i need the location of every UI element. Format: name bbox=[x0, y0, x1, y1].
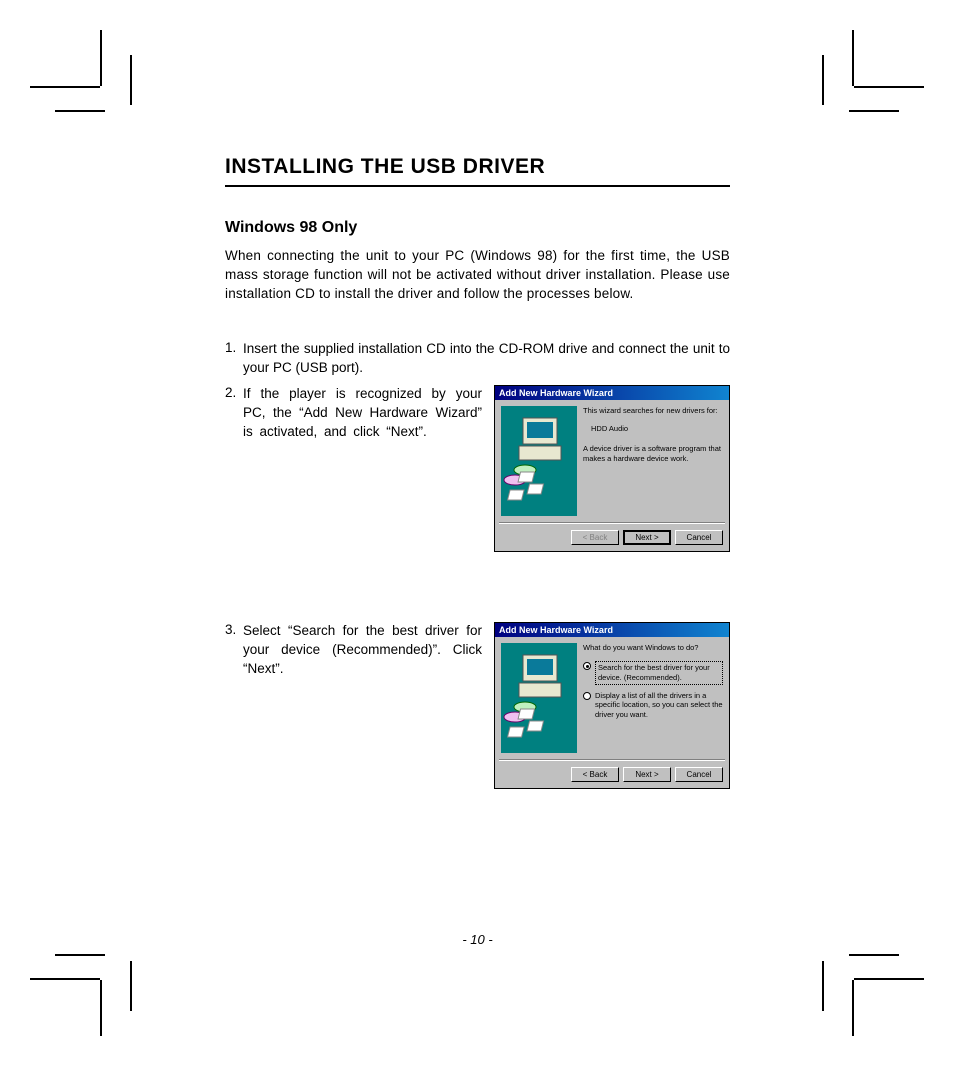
section-subheading: Windows 98 Only bbox=[225, 219, 730, 237]
radio-icon bbox=[583, 692, 591, 700]
intro-paragraph: When connecting the unit to your PC (Win… bbox=[225, 247, 730, 304]
radio-option-list[interactable]: Display a list of all the drivers in a s… bbox=[583, 691, 723, 720]
cancel-button[interactable]: Cancel bbox=[675, 530, 723, 545]
wizard-text: A device driver is a software program th… bbox=[583, 444, 723, 464]
next-button[interactable]: Next > bbox=[623, 530, 671, 545]
radio-option-recommended[interactable]: Search for the best driver for your devi… bbox=[583, 661, 723, 685]
next-button[interactable]: Next > bbox=[623, 767, 671, 782]
page-number: - 10 - bbox=[225, 932, 730, 947]
radio-label: Search for the best driver for your devi… bbox=[595, 661, 723, 685]
back-button[interactable]: < Back bbox=[571, 767, 619, 782]
step-1: 1. Insert the supplied installation CD i… bbox=[225, 340, 730, 378]
wizard-title: Add New Hardware Wizard bbox=[495, 623, 729, 637]
step-text: If the player is recognized by your PC, … bbox=[243, 385, 482, 552]
cancel-button[interactable]: Cancel bbox=[675, 767, 723, 782]
page-title: INSTALLING THE USB DRIVER bbox=[225, 155, 730, 187]
back-button[interactable]: < Back bbox=[571, 530, 619, 545]
wizard-title: Add New Hardware Wizard bbox=[495, 386, 729, 400]
step-number: 2. bbox=[225, 385, 243, 552]
wizard-screenshot-1: Add New Hardware Wizard This w bbox=[494, 385, 730, 552]
step-text: Insert the supplied installation CD into… bbox=[243, 340, 730, 378]
wizard-prompt: What do you want Windows to do? bbox=[583, 643, 723, 653]
step-number: 1. bbox=[225, 340, 243, 378]
radio-icon bbox=[583, 662, 591, 670]
step-2: 2. If the player is recognized by your P… bbox=[225, 385, 730, 552]
wizard-screenshot-2: Add New Hardware Wizard What d bbox=[494, 622, 730, 789]
wizard-text: This wizard searches for new drivers for… bbox=[583, 406, 723, 416]
page-content: INSTALLING THE USB DRIVER Windows 98 Onl… bbox=[225, 155, 730, 859]
step-text: Select “Search for the best driver for y… bbox=[243, 622, 482, 789]
wizard-graphic-icon bbox=[501, 643, 577, 753]
wizard-graphic-icon bbox=[501, 406, 577, 516]
step-3: 3. Select “Search for the best driver fo… bbox=[225, 622, 730, 789]
wizard-device-name: HDD Audio bbox=[591, 424, 723, 434]
radio-label: Display a list of all the drivers in a s… bbox=[595, 691, 723, 720]
step-number: 3. bbox=[225, 622, 243, 789]
